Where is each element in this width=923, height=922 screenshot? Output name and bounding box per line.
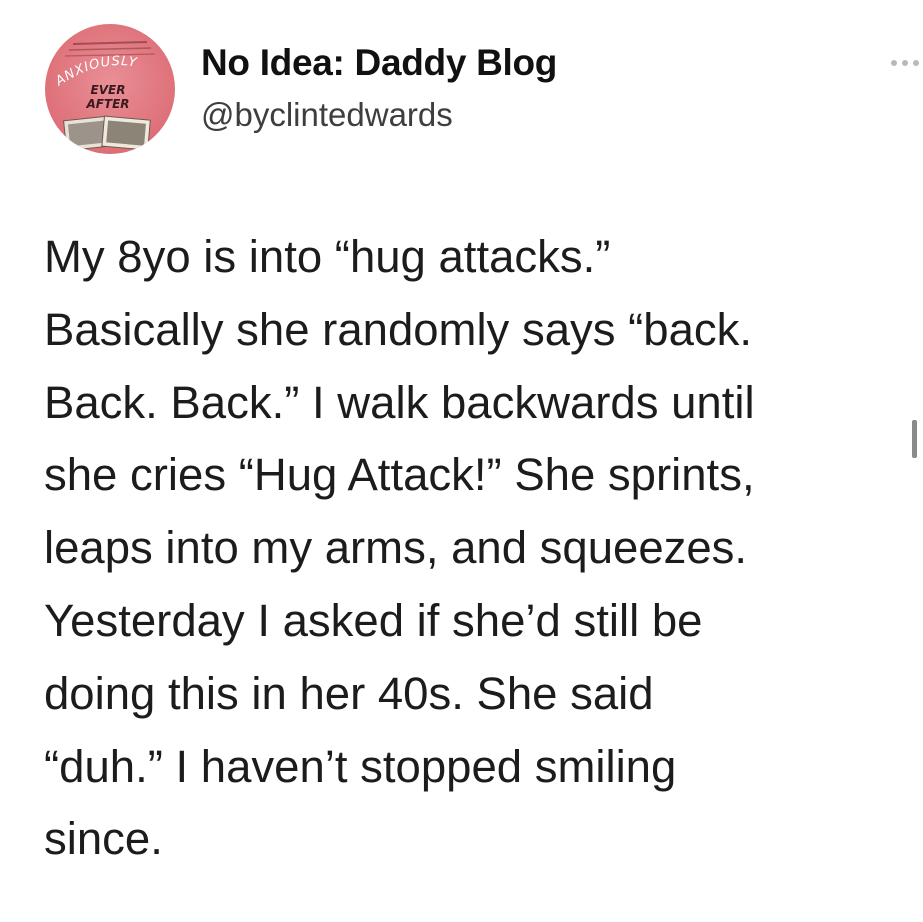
author-handle[interactable]: @byclintedwards [201, 96, 453, 134]
avatar-cover-ever: EVER [91, 83, 126, 97]
tweet-text-line: since. [44, 813, 163, 865]
dot-icon [913, 60, 919, 66]
tweet-text-line: doing this in her 40s. She said [44, 667, 654, 719]
text-cursor-mark [912, 420, 917, 458]
tweet-text: My 8yo is into “hug attacks.” Basically … [44, 221, 919, 876]
avatar-cover-after: AFTER [85, 97, 129, 111]
tweet-text-line: she cries “Hug Attack!” She sprints, [44, 449, 755, 501]
author-display-name[interactable]: No Idea: Daddy Blog [201, 42, 557, 84]
dot-icon [891, 60, 897, 66]
more-dots-icon[interactable] [891, 60, 919, 66]
author-avatar[interactable]: ANXIOUSLY EVER AFTER [45, 24, 175, 154]
dot-icon [902, 60, 908, 66]
tweet-text-line: Back. Back.” I walk backwards until [44, 376, 755, 428]
tweet-text-line: “duh.” I haven’t stopped smiling [44, 740, 677, 792]
book-cover-avatar-icon: ANXIOUSLY EVER AFTER [52, 41, 156, 152]
tweet-text-line: leaps into my arms, and squeezes. [44, 522, 748, 574]
tweet-card: ANXIOUSLY EVER AFTER No Idea: Daddy Blog… [0, 0, 923, 922]
tweet-text-line: Yesterday I asked if she’d still be [44, 594, 703, 646]
tweet-text-line: Basically she randomly says “back. [44, 303, 753, 355]
tweet-text-line: My 8yo is into “hug attacks.” [44, 231, 611, 282]
